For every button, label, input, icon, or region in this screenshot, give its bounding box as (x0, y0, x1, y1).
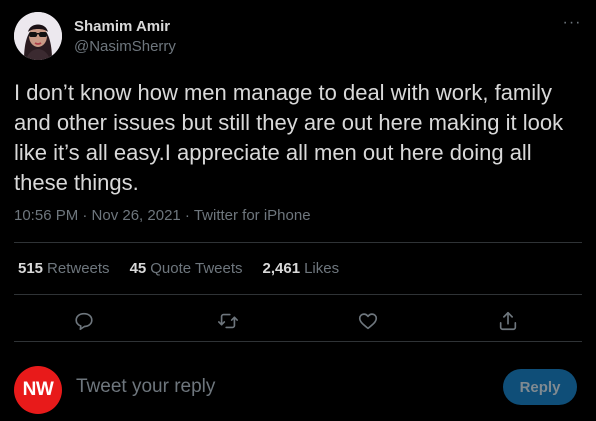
divider (14, 242, 582, 243)
user-avatar[interactable] (14, 12, 62, 60)
reply-button[interactable]: Reply (503, 369, 577, 405)
retweets-stat[interactable]: 515 Retweets (18, 260, 110, 277)
current-user-avatar[interactable]: NW (14, 366, 62, 414)
tweet-timestamp[interactable]: 10:56 PM · Nov 26, 2021 · Twitter for iP… (14, 207, 311, 224)
tweet-text: I don’t know how men manage to deal with… (14, 80, 564, 195)
tweet-actions (0, 304, 596, 338)
tweet-header: Shamim Amir @NasimSherry ··· (14, 12, 584, 64)
share-icon[interactable] (495, 308, 521, 334)
user-display-name[interactable]: Shamim Amir (74, 18, 170, 35)
quotes-stat[interactable]: 45 Quote Tweets (130, 260, 243, 277)
like-icon[interactable] (355, 308, 381, 334)
more-options-icon[interactable]: ··· (560, 15, 584, 34)
likes-count: 2,461 (262, 260, 301, 277)
likes-stat[interactable]: 2,461 Likes (263, 260, 340, 277)
quotes-count: 45 (129, 260, 147, 277)
reply-input[interactable] (76, 374, 376, 400)
reply-icon[interactable] (71, 308, 97, 334)
tweet-stats: 515 Retweets 45 Quote Tweets 2,461 Likes (18, 260, 339, 277)
quotes-label: Quote Tweets (150, 260, 243, 277)
retweets-count: 515 (18, 260, 44, 277)
reply-composer: NW Reply (0, 352, 596, 421)
divider (14, 341, 582, 342)
likes-label: Likes (304, 260, 340, 277)
retweet-icon[interactable] (215, 308, 241, 334)
retweets-label: Retweets (47, 260, 110, 277)
user-handle[interactable]: @NasimSherry (74, 38, 176, 55)
divider (14, 294, 582, 295)
